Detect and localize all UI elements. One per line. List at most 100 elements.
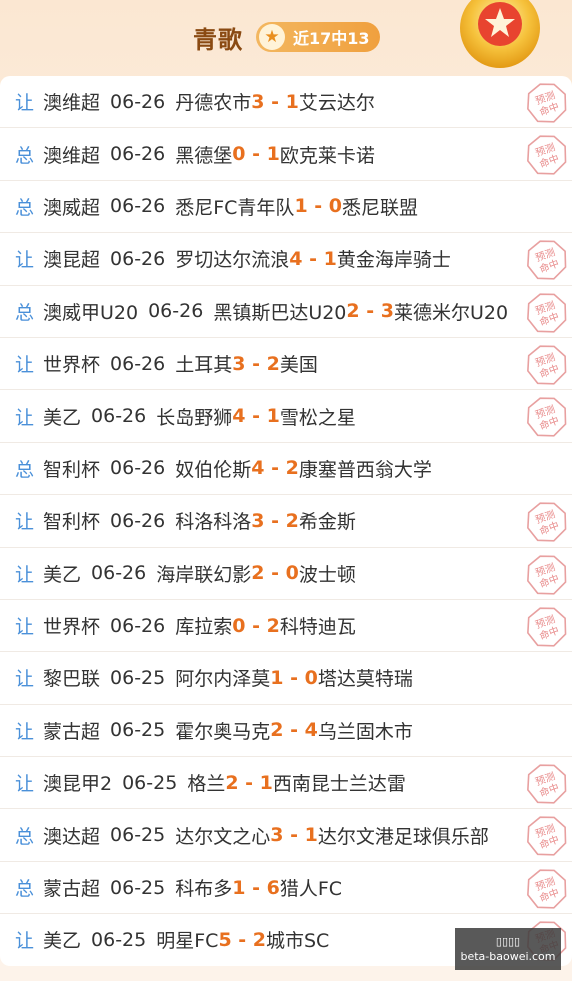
match-row[interactable]: 让美乙 06-26 海岸联幻影 2 - 0 波士顿 预测 命中: [0, 548, 572, 600]
away-team: 莱德米尔U20: [393, 301, 509, 324]
home-team: 长岛野狮: [156, 406, 233, 429]
away-team: 科特迪瓦: [279, 616, 356, 639]
home-team: 科洛科洛: [175, 511, 252, 534]
match-row[interactable]: 总澳维超 06-26 黑德堡 0 - 1 欧克莱卡诺 预测 命中: [0, 128, 572, 181]
match-date: 06-26: [91, 405, 147, 428]
home-team: 格兰: [187, 773, 226, 796]
away-team: 希金斯: [298, 511, 356, 534]
page-title: 青歌: [193, 26, 243, 54]
home-team: 悉尼FC青年队: [175, 196, 295, 219]
match-row[interactable]: 让智利杯 06-26 科洛科洛 3 - 2 希金斯 预测 命中: [0, 495, 572, 548]
bet-type: 让: [15, 930, 35, 953]
watermark-line2: beta-baowei.com: [460, 950, 556, 963]
league-name: 智利杯: [43, 458, 101, 481]
league-name: 澳威超: [43, 196, 101, 219]
match-score: 1 - 0: [270, 666, 318, 689]
match-row[interactable]: 总蒙古超 06-25 科布多 1 - 6 猎人FC 预测 命中: [0, 862, 572, 915]
match-date: 06-26: [110, 247, 166, 270]
away-team: 悉尼联盟: [342, 196, 419, 219]
prediction-hit-stamp: 预测命中: [527, 292, 567, 333]
away-team: 康塞普西翁大学: [298, 458, 432, 481]
league-name: 澳威甲U20: [43, 301, 139, 324]
match-row[interactable]: 总澳威甲U20 06-26 黑镇斯巴达U20 2 - 3 莱德米尔U20 预测 命中: [0, 286, 572, 338]
match-score: 4 - 1: [232, 405, 280, 428]
match-score: 0 - 1: [232, 143, 280, 166]
match-score: 2 - 0: [251, 562, 299, 585]
match-date: 06-25: [91, 928, 147, 951]
star-icon: ★: [259, 24, 285, 50]
watermark: ▯▯▯▯ beta-baowei.com: [455, 928, 561, 970]
league-name: 世界杯: [43, 616, 101, 639]
home-team: 奴伯伦斯: [175, 458, 252, 481]
match-score: 0 - 2: [232, 614, 280, 637]
prediction-hit-stamp: 预测命中: [527, 240, 567, 280]
match-row[interactable]: 让美乙 06-26 长岛野狮 4 - 1 雪松之星 预测 命中: [0, 390, 572, 443]
record-text: 近17中13: [293, 29, 370, 48]
league-name: 澳维超: [43, 144, 101, 167]
league-name: 澳达超: [43, 825, 101, 848]
match-date: 06-26: [91, 562, 147, 585]
match-score: 2 - 4: [270, 719, 318, 742]
home-team: 明星FC: [156, 930, 219, 953]
match-date: 06-26: [110, 143, 166, 166]
home-team: 丹德农市: [175, 92, 252, 115]
match-row[interactable]: 让澳昆超 06-26 罗切达尔流浪 4 - 1 黄金海岸骑士 预测 命中: [0, 233, 572, 286]
prediction-hit-stamp: 预测命中: [527, 397, 567, 437]
league-name: 美乙: [43, 930, 82, 953]
bet-type: 让: [15, 406, 35, 429]
bet-type: 让: [15, 668, 35, 691]
home-team: 海岸联幻影: [156, 563, 252, 586]
match-score: 3 - 2: [232, 352, 280, 375]
match-date: 06-26: [110, 90, 166, 113]
away-team: 西南昆士兰达雷: [272, 773, 406, 796]
bet-type: 让: [15, 92, 35, 115]
prediction-hit-stamp: 预测命中: [527, 135, 567, 175]
match-score: 5 - 2: [218, 928, 266, 951]
match-row[interactable]: 让澳昆甲2 06-25 格兰 2 - 1 西南昆士兰达雷 预测 命中: [0, 757, 572, 810]
bet-type: 让: [15, 720, 35, 743]
watermark-line1: ▯▯▯▯: [495, 935, 521, 948]
match-row[interactable]: 让黎巴联 06-25 阿尔内泽莫 1 - 0 塔达莫特瑞: [0, 652, 572, 705]
away-team: 波士顿: [298, 563, 356, 586]
away-team: 美国: [279, 354, 318, 377]
match-date: 06-26: [110, 457, 166, 480]
home-team: 土耳其: [175, 354, 233, 377]
league-name: 智利杯: [43, 511, 101, 534]
bet-type: 让: [15, 563, 35, 586]
bet-type: 总: [15, 301, 35, 324]
bet-type: 让: [15, 616, 35, 639]
match-score: 1 - 0: [294, 195, 342, 218]
match-score: 4 - 2: [251, 457, 299, 480]
match-date: 06-25: [122, 771, 178, 794]
league-name: 美乙: [43, 406, 82, 429]
away-team: 雪松之星: [279, 406, 356, 429]
match-score: 2 - 1: [225, 771, 273, 794]
prediction-hit-stamp: 预测命中: [527, 554, 567, 595]
away-team: 塔达莫特瑞: [317, 668, 413, 691]
match-date: 06-25: [110, 824, 166, 847]
away-team: 猎人FC: [279, 878, 343, 901]
away-team: 乌兰固木市: [317, 720, 413, 743]
prediction-hit-stamp: 预测命中: [527, 869, 567, 909]
match-row[interactable]: 总澳威超 06-26 悉尼FC青年队 1 - 0 悉尼联盟: [0, 181, 572, 234]
match-row[interactable]: 总智利杯 06-26 奴伯伦斯 4 - 2 康塞普西翁大学: [0, 443, 572, 496]
match-row[interactable]: 让蒙古超 06-25 霍尔奥马克 2 - 4 乌兰固木市: [0, 705, 572, 758]
home-team: 黑德堡: [175, 144, 233, 167]
match-row[interactable]: 总澳达超 06-25 达尔文之心 3 - 1 达尔文港足球俱乐部 预测 命中: [0, 809, 572, 862]
away-team: 欧克莱卡诺: [279, 144, 375, 167]
league-name: 蒙古超: [43, 878, 101, 901]
match-date: 06-25: [110, 666, 166, 689]
bet-type: 让: [15, 773, 35, 796]
bet-type: 总: [15, 458, 35, 481]
bet-type: 总: [15, 196, 35, 219]
home-team: 达尔文之心: [175, 825, 271, 848]
match-row[interactable]: 让世界杯 06-26 土耳其 3 - 2 美国 预测 命中: [0, 338, 572, 391]
match-date: 06-26: [110, 614, 166, 637]
match-row[interactable]: 让世界杯 06-26 库拉索 0 - 2 科特迪瓦 预测 命中: [0, 600, 572, 653]
bet-type: 总: [15, 878, 35, 901]
prediction-hit-stamp: 预测命中: [527, 502, 567, 542]
home-team: 霍尔奥马克: [175, 720, 271, 743]
match-row[interactable]: 让澳维超 06-26 丹德农市 3 - 1 艾云达尔 预测 命中: [0, 76, 572, 129]
bet-type: 总: [15, 144, 35, 167]
record-badge: ★ 近17中13: [256, 22, 380, 52]
